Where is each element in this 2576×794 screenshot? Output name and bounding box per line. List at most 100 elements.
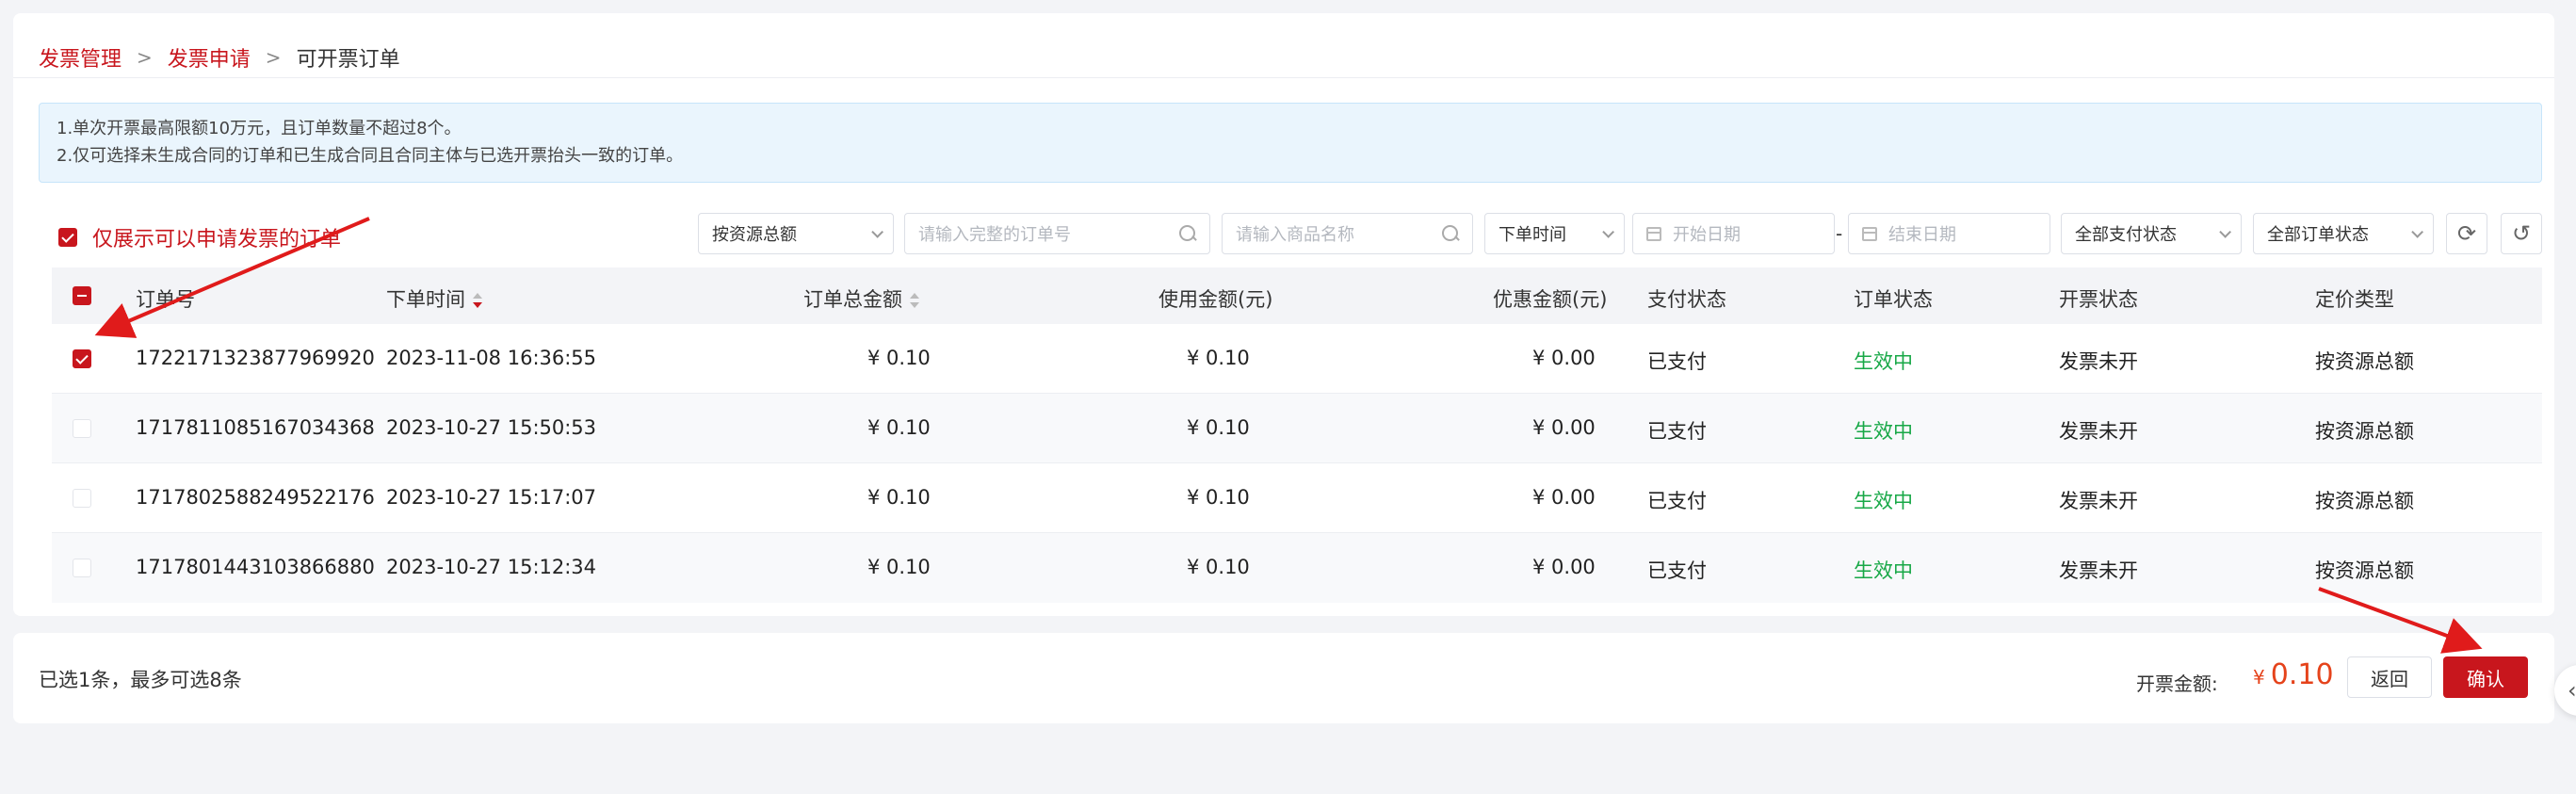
calendar-icon: [1646, 226, 1661, 241]
pricing-type: 按资源总额: [2315, 490, 2414, 512]
col-invoice-status: 开票状态: [2059, 288, 2138, 311]
col-order-total[interactable]: 订单总金额: [803, 284, 919, 313]
order-status: 生效中: [1854, 350, 1913, 373]
reset-button[interactable]: ↺: [2501, 213, 2542, 254]
col-used-amount: 使用金额(元): [1158, 288, 1273, 311]
row-checkbox[interactable]: [73, 489, 91, 508]
notice-line-1: 1.单次开票最高限额10万元，且订单数量不超过8个。: [57, 119, 462, 138]
invoice-status: 发票未开: [2059, 420, 2138, 443]
refresh-icon: ⟳: [2456, 220, 2477, 247]
order-no: 1717811085167034368: [136, 416, 375, 439]
col-pricing-type: 定价类型: [2315, 288, 2394, 311]
used-amount: ¥ 0.10: [1187, 556, 1250, 578]
order-time: 2023-10-27 15:50:53: [386, 416, 597, 439]
order-status-select[interactable]: 全部订单状态: [2253, 213, 2434, 254]
pay-status: 已支付: [1647, 490, 1707, 512]
product-name-placeholder: 请输入商品名称: [1236, 225, 1354, 245]
start-date-placeholder: 开始日期: [1673, 225, 1741, 245]
order-no: 1717801443103866880: [136, 556, 375, 578]
used-amount: ¥ 0.10: [1187, 347, 1250, 369]
row-checkbox[interactable]: [73, 419, 91, 438]
row-checkbox[interactable]: [73, 559, 91, 577]
table-row[interactable]: 1717802588249522176 2023-10-27 15:17:07 …: [52, 463, 2542, 533]
order-total: ¥ 0.10: [867, 347, 931, 369]
col-order-time[interactable]: 下单时间: [386, 284, 482, 313]
used-amount: ¥ 0.10: [1187, 416, 1250, 439]
pricing-type-value: 按资源总额: [712, 225, 797, 245]
table-row[interactable]: 1717801443103866880 2023-10-27 15:12:34 …: [52, 533, 2542, 603]
discount-amount: ¥ 0.00: [1532, 486, 1596, 509]
collapse-left-icon: ‹: [2568, 677, 2576, 704]
pricing-type-select[interactable]: 按资源总额: [698, 213, 894, 254]
time-type-value: 下单时间: [1499, 225, 1566, 245]
order-no-search-input[interactable]: 请输入完整的订单号: [904, 213, 1210, 254]
back-button[interactable]: 返回: [2347, 656, 2432, 698]
order-no: 1722171323877969920: [136, 347, 375, 369]
table-row[interactable]: 1717811085167034368 2023-10-27 15:50:53 …: [52, 394, 2542, 463]
invoice-status: 发票未开: [2059, 559, 2138, 582]
search-icon[interactable]: [1442, 225, 1459, 242]
order-time: 2023-11-08 16:36:55: [386, 347, 597, 369]
invoice-amount: ¥0.10: [2253, 658, 2334, 691]
sort-icon[interactable]: [473, 292, 482, 309]
order-status: 生效中: [1854, 490, 1913, 512]
invoice-status: 发票未开: [2059, 350, 2138, 373]
chevron-down-icon: [1602, 225, 1614, 238]
selection-info: 已选1条，最多可选8条: [39, 669, 242, 691]
reset-icon: ↺: [2511, 220, 2532, 247]
col-order-no: 订单号: [136, 288, 195, 311]
breadcrumb-invoice-apply[interactable]: 发票申请: [168, 42, 251, 73]
breadcrumb: 发票管理 > 发票申请 > 可开票订单: [39, 42, 400, 73]
chevron-down-icon: [2411, 225, 2423, 238]
order-status: 生效中: [1854, 420, 1913, 443]
time-type-select[interactable]: 下单时间: [1484, 213, 1625, 254]
notice-box: 1.单次开票最高限额10万元，且订单数量不超过8个。 2.仅可选择未生成合同的订…: [39, 103, 2542, 183]
search-icon[interactable]: [1179, 225, 1196, 242]
order-no: 1717802588249522176: [136, 486, 375, 509]
order-time: 2023-10-27 15:12:34: [386, 556, 597, 578]
pricing-type: 按资源总额: [2315, 420, 2414, 443]
footer-bar: 已选1条，最多可选8条 开票金额: ¥0.10 返回 确认: [13, 633, 2554, 723]
pay-status-value: 全部支付状态: [2075, 225, 2177, 245]
header-divider: [13, 77, 2554, 78]
only-show-applicable-checkbox[interactable]: 仅展示可以申请发票的订单: [58, 222, 341, 252]
pay-status: 已支付: [1647, 559, 1707, 582]
pricing-type: 按资源总额: [2315, 350, 2414, 373]
sort-icon[interactable]: [910, 292, 919, 309]
refresh-button[interactable]: ⟳: [2446, 213, 2487, 254]
breadcrumb-separator-icon: >: [137, 46, 153, 69]
discount-amount: ¥ 0.00: [1532, 556, 1596, 578]
select-all-checkbox[interactable]: [73, 286, 91, 305]
table-header: 订单号 下单时间 订单总金额 使用金额(元) 优惠金额(元) 支付状态 订单状态…: [52, 267, 2542, 324]
discount-amount: ¥ 0.00: [1532, 416, 1596, 439]
used-amount: ¥ 0.10: [1187, 486, 1250, 509]
invoice-amount-label: 开票金额:: [2136, 672, 2218, 695]
chevron-down-icon: [871, 225, 883, 238]
pay-status: 已支付: [1647, 350, 1707, 373]
breadcrumb-current: 可开票订单: [296, 48, 400, 72]
order-status-value: 全部订单状态: [2267, 225, 2369, 245]
product-name-search-input[interactable]: 请输入商品名称: [1222, 213, 1473, 254]
chevron-down-icon: [2219, 225, 2231, 238]
order-status: 生效中: [1854, 559, 1913, 582]
pay-status-select[interactable]: 全部支付状态: [2061, 213, 2242, 254]
pay-status: 已支付: [1647, 420, 1707, 443]
breadcrumb-separator-icon: >: [265, 46, 282, 69]
discount-amount: ¥ 0.00: [1532, 347, 1596, 369]
confirm-button[interactable]: 确认: [2443, 656, 2528, 698]
breadcrumb-invoice-management[interactable]: 发票管理: [39, 42, 122, 73]
end-date-input[interactable]: 结束日期: [1848, 213, 2050, 254]
notice-line-2: 2.仅可选择未生成合同的订单和已生成合同且合同主体与已选开票抬头一致的订单。: [57, 146, 684, 166]
only-show-label: 仅展示可以申请发票的订单: [92, 228, 342, 251]
order-total: ¥ 0.10: [867, 416, 931, 439]
order-total: ¥ 0.10: [867, 486, 931, 509]
start-date-input[interactable]: 开始日期: [1632, 213, 1835, 254]
date-range-separator: -: [1836, 222, 1843, 245]
order-no-placeholder: 请输入完整的订单号: [918, 225, 1071, 245]
collapse-side-tab[interactable]: ‹: [2554, 665, 2576, 716]
order-time: 2023-10-27 15:17:07: [386, 486, 597, 509]
table-row[interactable]: 1722171323877969920 2023-11-08 16:36:55 …: [52, 324, 2542, 394]
order-total: ¥ 0.10: [867, 556, 931, 578]
row-checkbox[interactable]: [73, 349, 91, 368]
checkbox-icon[interactable]: [58, 228, 77, 247]
